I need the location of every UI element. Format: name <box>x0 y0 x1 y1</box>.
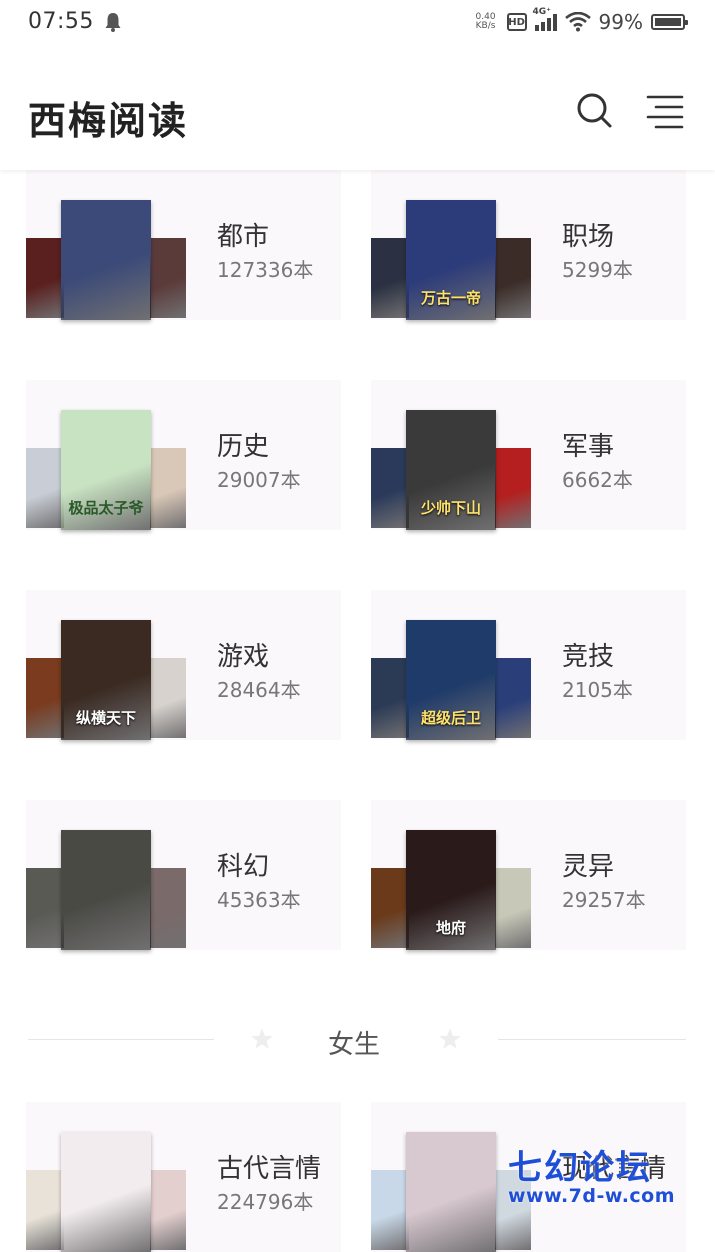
cover-stack <box>371 1102 531 1252</box>
signal-icon: 4G⁺ <box>533 7 557 31</box>
book-cover <box>150 238 186 318</box>
category-name: 竞技 <box>562 642 615 672</box>
cover-stack: 地府 <box>371 800 531 950</box>
book-cover <box>150 448 186 528</box>
book-cover: 少帅下山 <box>406 410 496 530</box>
book-cover <box>371 658 409 738</box>
category-card[interactable]: 超级后卫 竞技 2105本 <box>371 590 686 740</box>
category-card[interactable]: 科幻 45363本 <box>26 800 341 950</box>
book-cover <box>495 238 531 318</box>
app-title: 西梅阅读 <box>28 98 189 143</box>
book-cover <box>61 1132 151 1252</box>
book-cover <box>495 448 531 528</box>
category-count: 29257本 <box>562 888 646 912</box>
book-cover <box>150 1170 186 1250</box>
book-cover: 纵横天下 <box>61 620 151 740</box>
book-cover <box>150 658 186 738</box>
cover-stack: 少帅下山 <box>371 380 531 530</box>
search-icon <box>577 93 612 128</box>
category-card[interactable]: 都市 127336本 <box>26 170 341 320</box>
cover-stack: 极品太子爷 <box>26 380 186 530</box>
category-card[interactable]: 少帅下山 军事 6662本 <box>371 380 686 530</box>
cover-stack <box>26 1102 186 1252</box>
category-card[interactable]: 极品太子爷 历史 29007本 <box>26 380 341 530</box>
status-time: 07:55 <box>28 9 94 34</box>
category-count: 224796本 <box>217 1190 314 1214</box>
status-bar: 07:55 0.40 KB/s HD 4G⁺ 99% <box>0 0 715 44</box>
watermark-url: www.7d-w.com <box>508 1185 676 1207</box>
network-speed: 0.40 KB/s <box>475 12 496 31</box>
category-count: 127336本 <box>217 258 314 282</box>
category-name: 历史 <box>217 432 270 462</box>
category-name: 职场 <box>562 222 615 252</box>
search-button[interactable] <box>572 88 616 132</box>
category-count: 28464本 <box>217 678 301 702</box>
category-count: 29007本 <box>217 468 301 492</box>
book-cover <box>406 1132 496 1252</box>
cover-stack: 超级后卫 <box>371 590 531 740</box>
book-cover <box>26 1170 64 1250</box>
wifi-icon <box>564 12 591 32</box>
watermark-title: 七幻论坛 <box>508 1148 652 1188</box>
book-cover: 地府 <box>406 830 496 950</box>
watermark: 七幻论坛 www.7d-w.com <box>508 1140 675 1207</box>
category-count: 5299本 <box>562 258 633 282</box>
battery-icon <box>651 14 688 30</box>
divider-line <box>498 1039 686 1040</box>
book-cover <box>26 868 64 948</box>
app-header: 西梅阅读 <box>0 44 715 170</box>
book-cover <box>26 238 64 318</box>
cover-stack <box>26 800 186 950</box>
star-icon <box>439 1028 461 1049</box>
category-card[interactable]: 纵横天下 游戏 28464本 <box>26 590 341 740</box>
category-name: 都市 <box>217 222 270 252</box>
category-name: 科幻 <box>217 852 270 882</box>
cover-stack: 纵横天下 <box>26 590 186 740</box>
cover-stack: 万古一帝 <box>371 170 531 320</box>
category-name: 古代言情 <box>217 1154 322 1184</box>
book-cover <box>150 868 186 948</box>
category-count: 6662本 <box>562 468 633 492</box>
menu-list-icon <box>646 95 684 129</box>
category-name: 游戏 <box>217 642 270 672</box>
status-indicators: 0.40 KB/s HD 4G⁺ 99% <box>473 7 688 34</box>
category-count: 45363本 <box>217 888 301 912</box>
category-name: 军事 <box>562 432 615 462</box>
divider-line <box>28 1039 214 1040</box>
book-cover <box>26 448 64 528</box>
category-count: 2105本 <box>562 678 633 702</box>
book-cover: 万古一帝 <box>406 200 496 320</box>
book-cover <box>495 658 531 738</box>
cover-stack <box>26 170 186 320</box>
menu-button[interactable] <box>644 88 688 132</box>
star-icon <box>251 1028 273 1049</box>
category-name: 灵异 <box>562 852 615 882</box>
category-card[interactable]: 古代言情 224796本 <box>26 1102 341 1252</box>
category-card[interactable]: 万古一帝 职场 5299本 <box>371 170 686 320</box>
book-cover <box>371 868 409 948</box>
book-cover <box>61 830 151 950</box>
section-label: 女生 <box>328 1030 381 1060</box>
battery-percent: 99% <box>598 10 643 34</box>
network-type: 4G⁺ <box>532 7 551 17</box>
book-cover <box>371 448 409 528</box>
book-cover <box>61 200 151 320</box>
hd-icon: HD <box>506 13 527 31</box>
category-card[interactable]: 地府 灵异 29257本 <box>371 800 686 950</box>
book-cover <box>371 1170 409 1250</box>
notification-icon <box>105 13 121 32</box>
book-cover: 极品太子爷 <box>61 410 151 530</box>
book-cover: 超级后卫 <box>406 620 496 740</box>
section-divider: 女生 <box>28 1022 686 1062</box>
book-cover <box>495 868 531 948</box>
book-cover <box>26 658 64 738</box>
book-cover <box>371 238 409 318</box>
